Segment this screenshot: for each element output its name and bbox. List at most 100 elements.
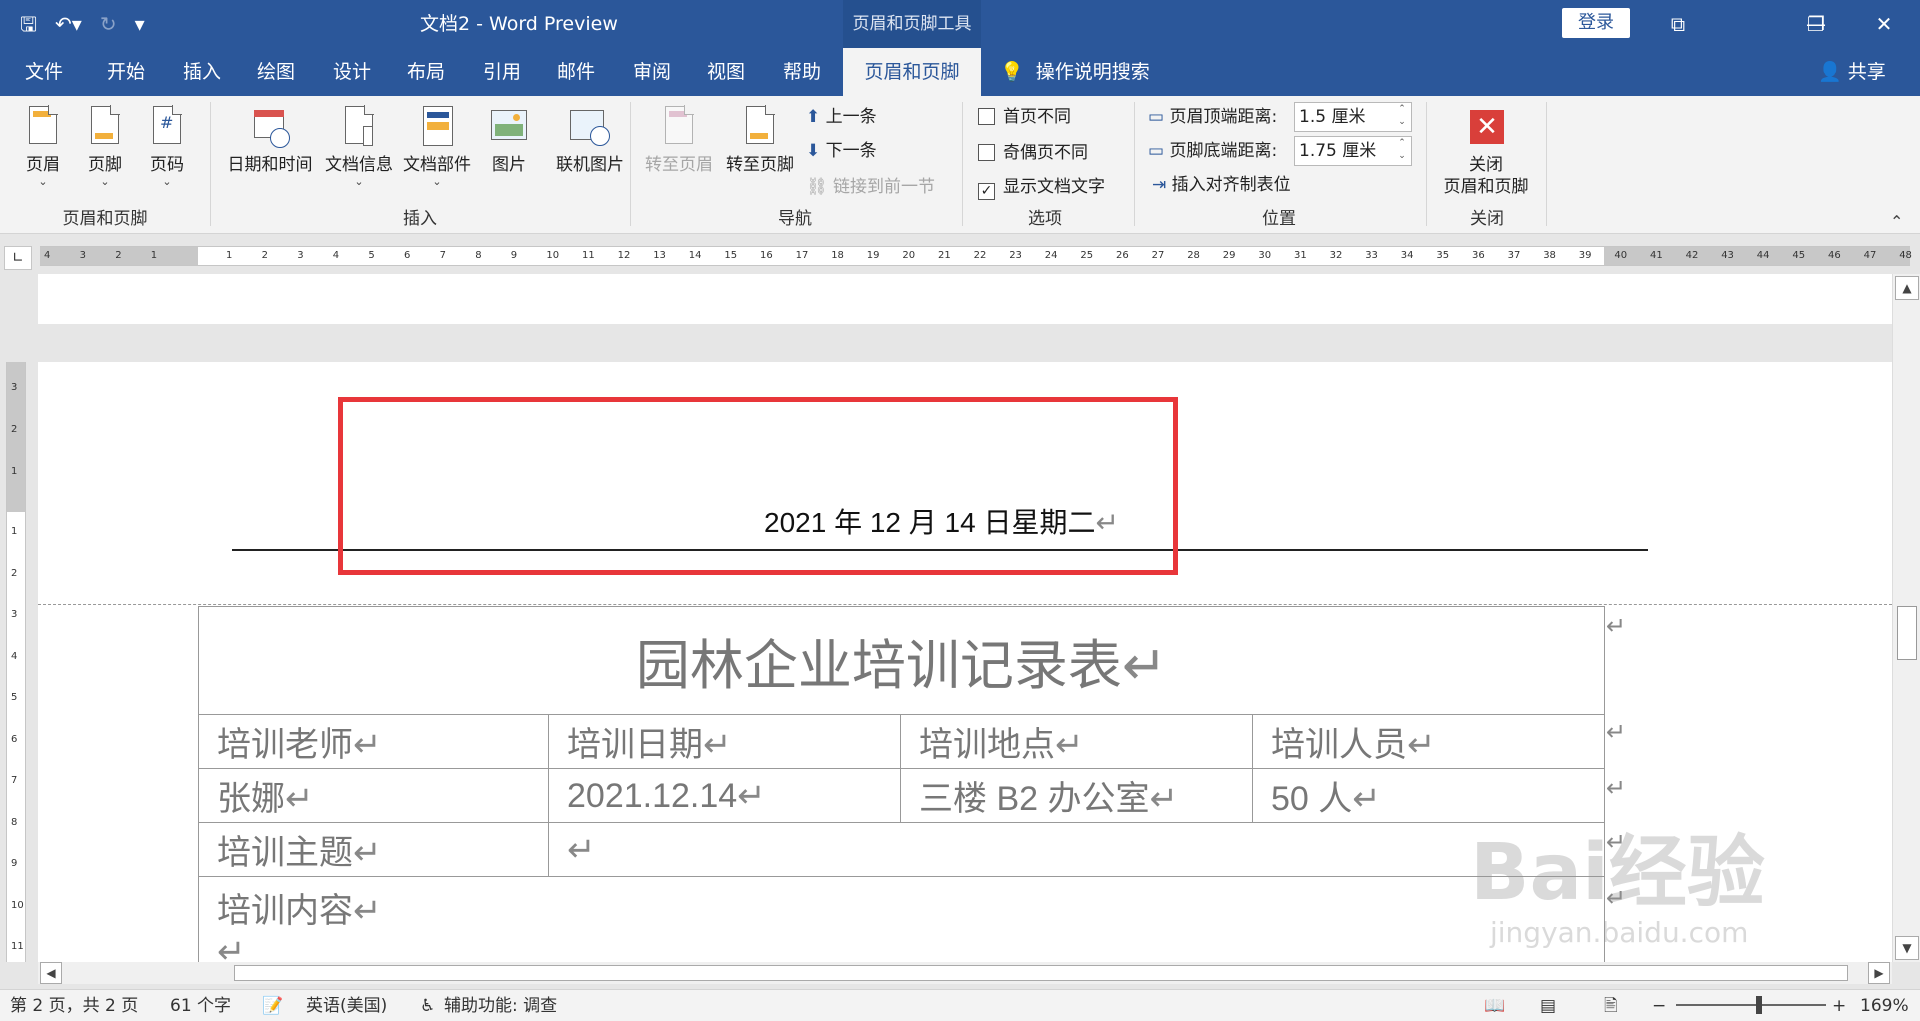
table-cell[interactable]: 三楼 B2 办公室↵ <box>900 768 1253 823</box>
online-picture-button[interactable]: 联机图片 <box>550 104 630 176</box>
horizontal-scrollbar[interactable]: ◀ ▶ <box>38 962 1892 984</box>
undo-icon[interactable]: ↶▾ <box>55 8 82 40</box>
paragraph-mark-icon: ↵ <box>353 834 382 872</box>
table-cell[interactable]: 培训人员↵ <box>1252 714 1605 769</box>
header-top-distance-input[interactable]: 1.5 厘米 ⌃ ⌄ <box>1294 102 1412 132</box>
picture-button[interactable]: 图片 <box>484 104 534 176</box>
proofing-icon[interactable]: 📝 <box>262 994 283 1018</box>
ruler-number: 35 <box>1436 250 1450 261</box>
docinfo-button[interactable]: 文档信息 ⌄ <box>322 104 396 188</box>
web-layout-icon[interactable]: 🖹 <box>1604 994 1618 1018</box>
spin-arrows-icon[interactable]: ⌃ ⌄ <box>1395 137 1409 163</box>
previous-button[interactable]: ⬆ 上一条 <box>806 104 877 130</box>
page-number-label: 页码 <box>150 155 184 175</box>
tab-draw[interactable]: 绘图 <box>246 48 306 96</box>
scroll-up-icon[interactable]: ▲ <box>1895 276 1919 300</box>
tab-selector-icon[interactable]: ∟ <box>4 246 32 270</box>
tab-layout[interactable]: 布局 <box>396 48 456 96</box>
ruler-number: 6 <box>404 250 411 261</box>
word-count[interactable]: 61 个字 <box>170 994 231 1018</box>
cell-text: 培训地点 <box>919 726 1055 764</box>
scroll-thumb[interactable] <box>234 965 1848 981</box>
table-cell[interactable]: 50 人↵ <box>1252 768 1605 823</box>
table-cell[interactable]: 培训主题↵ <box>198 822 549 877</box>
ruler-number: 44 <box>1756 250 1770 261</box>
save-icon[interactable]: 🖫 <box>20 8 37 40</box>
login-button[interactable]: 登录 <box>1562 8 1630 38</box>
zoom-in-icon[interactable]: + <box>1832 994 1846 1018</box>
different-odd-even-checkbox[interactable]: 奇偶页不同 <box>978 140 1088 166</box>
ruler-number: 29 <box>1222 250 1236 261</box>
tab-references[interactable]: 引用 <box>472 48 532 96</box>
close-window-icon[interactable]: ✕ <box>1856 8 1912 40</box>
goto-header-button[interactable]: 转至页眉 <box>642 104 716 176</box>
close-header-footer-button[interactable]: ✕ 关闭 页眉和页脚 <box>1434 104 1538 198</box>
tab-home[interactable]: 开始 <box>96 48 156 96</box>
table-cell[interactable]: 培训老师↵ <box>198 714 549 769</box>
restore-icon[interactable]: ❐ <box>1788 8 1844 40</box>
table-cell[interactable]: 培训地点↵ <box>900 714 1253 769</box>
accessibility-status[interactable]: 辅助功能: 调查 <box>444 994 557 1018</box>
goto-footer-button[interactable]: 转至页脚 <box>722 104 798 176</box>
collapse-ribbon-icon[interactable]: ⌃ <box>1890 212 1903 231</box>
next-button[interactable]: ⬇ 下一条 <box>806 138 877 164</box>
ruler-number: 28 <box>1187 250 1200 261</box>
share-button[interactable]: 👤 共享 <box>1818 48 1886 96</box>
zoom-out-icon[interactable]: − <box>1652 994 1666 1018</box>
different-first-page-checkbox[interactable]: 首页不同 <box>978 104 1071 130</box>
checkbox-box <box>978 144 995 161</box>
zoom-slider-track[interactable] <box>1676 1004 1826 1006</box>
ruler-number: 34 <box>1400 250 1414 261</box>
scroll-down-icon[interactable]: ▼ <box>1895 936 1919 960</box>
print-layout-icon[interactable]: ▤ <box>1540 994 1556 1018</box>
quick-parts-button[interactable]: 文档部件 ⌄ <box>400 104 474 188</box>
tab-design[interactable]: 设计 <box>322 48 382 96</box>
table-cell[interactable]: 培训内容↵ ↵ <box>198 876 1605 973</box>
scroll-left-icon[interactable]: ◀ <box>40 962 62 984</box>
vertical-scrollbar[interactable]: ▲ ▼ <box>1892 274 1920 962</box>
tell-me-search[interactable]: 💡 操作说明搜索 <box>1000 48 1150 96</box>
calendar-clock-icon <box>248 104 292 152</box>
ribbon-display-options-icon[interactable]: ⧉ <box>1650 8 1706 40</box>
tab-insert[interactable]: 插入 <box>172 48 232 96</box>
datetime-button[interactable]: 日期和时间 <box>224 104 316 176</box>
link-to-previous-button[interactable]: ⛓ 链接到前一节 <box>806 174 935 200</box>
show-document-text-checkbox[interactable]: ✓ 显示文档文字 <box>978 174 1105 200</box>
insert-alignment-tab-button[interactable]: ⇥ 插入对齐制表位 <box>1152 172 1291 198</box>
tab-file[interactable]: 文件 <box>14 48 74 96</box>
page-count[interactable]: 第 2 页，共 2 页 <box>10 994 138 1018</box>
ruler-number: 13 <box>653 250 666 261</box>
tab-view[interactable]: 视图 <box>696 48 756 96</box>
spin-arrows-icon[interactable]: ⌃ ⌄ <box>1395 103 1409 129</box>
tab-mailings[interactable]: 邮件 <box>546 48 606 96</box>
scroll-thumb[interactable] <box>1897 606 1917 660</box>
tab-header-footer[interactable]: 页眉和页脚 <box>843 48 981 96</box>
ruler-number: 3 <box>79 250 86 261</box>
table-cell[interactable]: 张娜↵ <box>198 768 549 823</box>
word-window: { "titlebar": { "title": "文档2 - Word Pre… <box>0 0 1920 1021</box>
ruler-number: 20 <box>902 250 916 261</box>
ruler-number: 18 <box>831 250 844 261</box>
zoom-slider-thumb[interactable] <box>1756 996 1762 1014</box>
language[interactable]: 英语(美国) <box>306 994 387 1018</box>
footer-bottom-distance-input[interactable]: 1.75 厘米 ⌃ ⌄ <box>1294 136 1412 166</box>
table-cell[interactable]: 培训日期↵ <box>548 714 901 769</box>
header-button[interactable]: 页眉 ⌄ <box>20 104 66 188</box>
tab-review[interactable]: 审阅 <box>622 48 682 96</box>
table-cell[interactable]: 2021.12.14↵ <box>548 768 901 823</box>
read-mode-icon[interactable]: 📖 <box>1484 994 1505 1018</box>
table-cell[interactable]: ↵ <box>548 822 1605 877</box>
ruler-number: 9 <box>510 250 518 261</box>
training-record-table[interactable]: 园林企业培训记录表↵ 培训老师↵ 培训日期↵ 培训地点↵ 培训人员↵ 张娜↵ 2… <box>198 606 1605 973</box>
footer-button[interactable]: 页脚 ⌄ <box>82 104 128 188</box>
cell-text: 培训内容 <box>217 892 353 930</box>
redo-icon[interactable]: ↻ <box>100 8 117 40</box>
tab-help[interactable]: 帮助 <box>772 48 832 96</box>
page-number-button[interactable]: # 页码 ⌄ <box>144 104 190 188</box>
watermark: Bai经验 jingyan.baidu.com <box>1470 830 1765 950</box>
scroll-right-icon[interactable]: ▶ <box>1868 962 1890 984</box>
customize-qat-icon[interactable]: ▾ <box>135 8 145 40</box>
zoom-level[interactable]: 169% <box>1860 994 1909 1018</box>
checkmark-icon: ✓ <box>978 183 995 200</box>
table-title-cell[interactable]: 园林企业培训记录表↵ <box>198 606 1605 715</box>
